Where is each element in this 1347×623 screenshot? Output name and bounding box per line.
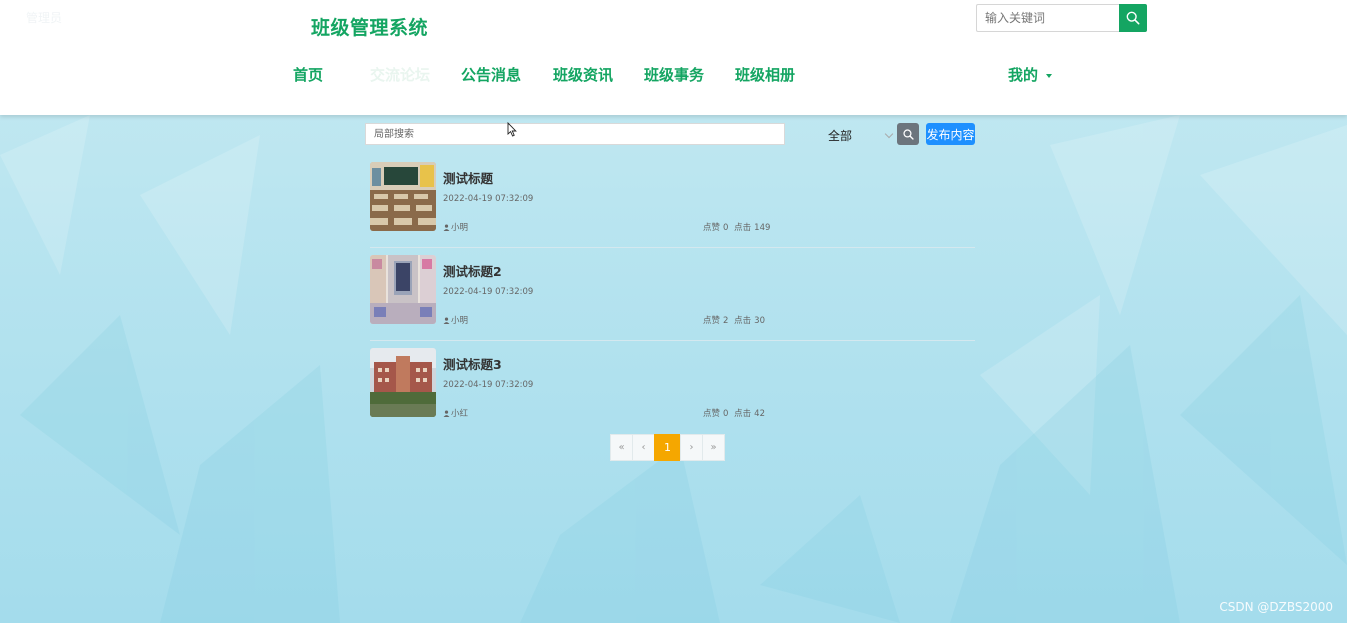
post-title[interactable]: 测试标题 — [443, 168, 493, 187]
list-item[interactable]: 测试标题3 2022-04-19 07:32:09 小红 点赞 0 点击 42 — [370, 341, 975, 434]
post-title[interactable]: 测试标题3 — [443, 354, 502, 373]
page-next-button[interactable]: › — [680, 434, 703, 461]
post-author: 小明 — [443, 314, 468, 326]
likes-label: 点赞 — [703, 223, 721, 233]
nav-item-class-affairs[interactable]: 班级事务 — [644, 64, 704, 85]
list-item[interactable]: 测试标题 2022-04-19 07:32:09 小明 点赞 0 点击 149 — [370, 155, 975, 248]
likes-count: 0 — [723, 409, 729, 419]
nav-item-class-news[interactable]: 班级资讯 — [553, 64, 613, 85]
page-current-button[interactable]: 1 — [654, 434, 681, 461]
post-thumbnail[interactable] — [370, 348, 436, 417]
post-author-name: 小明 — [451, 223, 469, 233]
nav-item-class-album[interactable]: 班级相册 — [735, 64, 795, 85]
header-user-label: 管理员 — [26, 11, 63, 25]
nav-item-home[interactable]: 首页 — [293, 64, 323, 85]
mouse-cursor-icon — [507, 122, 517, 137]
clicks-count: 42 — [754, 409, 765, 419]
post-stats: 点赞 2 点击 30 — [703, 314, 768, 326]
likes-label: 点赞 — [703, 409, 721, 419]
clicks-label: 点击 — [734, 316, 752, 326]
pagination: « ‹ 1 › » — [610, 434, 725, 461]
user-icon — [443, 223, 450, 231]
likes-count: 0 — [723, 223, 729, 233]
header-search-button[interactable] — [1119, 4, 1147, 32]
clicks-count: 30 — [754, 316, 765, 326]
watermark-text: CSDN @DZBS2000 — [1219, 600, 1333, 614]
post-date: 2022-04-19 07:32:09 — [443, 287, 534, 297]
caret-down-icon — [1046, 73, 1053, 78]
page-last-button[interactable]: » — [702, 434, 725, 461]
page-first-button[interactable]: « — [610, 434, 633, 461]
post-thumbnail[interactable] — [370, 162, 436, 231]
list-item[interactable]: 测试标题2 2022-04-19 07:32:09 小明 点赞 2 点击 30 — [370, 248, 975, 341]
chevron-down-icon — [884, 129, 894, 138]
nav-item-notices[interactable]: 公告消息 — [461, 64, 521, 85]
local-search-input[interactable] — [365, 123, 785, 145]
clicks-count: 149 — [754, 223, 771, 233]
page-prev-button[interactable]: ‹ — [632, 434, 655, 461]
post-title[interactable]: 测试标题2 — [443, 261, 502, 280]
nav-mine-label: 我的 — [1008, 66, 1039, 84]
user-icon — [443, 316, 450, 324]
filter-search-button[interactable] — [897, 123, 919, 145]
header-search — [976, 4, 1147, 32]
post-thumbnail[interactable] — [370, 255, 436, 324]
post-stats: 点赞 0 点击 149 — [703, 221, 773, 233]
clicks-label: 点击 — [734, 409, 752, 419]
post-author: 小红 — [443, 407, 468, 419]
search-icon — [1126, 11, 1140, 25]
site-header: 管理员 班级管理系统 首页 交流论坛 公告消息 班级资讯 班级事务 班级相册 我… — [0, 0, 1347, 115]
category-select-value: 全部 — [828, 128, 853, 143]
header-search-input[interactable] — [976, 4, 1119, 32]
main-nav: 首页 交流论坛 公告消息 班级资讯 班级事务 班级相册 — [0, 64, 1347, 88]
likes-count: 2 — [723, 316, 729, 326]
post-author-name: 小明 — [451, 316, 469, 326]
post-date: 2022-04-19 07:32:09 — [443, 194, 534, 204]
site-title[interactable]: 班级管理系统 — [311, 13, 428, 40]
nav-item-forum[interactable]: 交流论坛 — [370, 64, 430, 85]
likes-label: 点赞 — [703, 316, 721, 326]
search-icon — [902, 128, 914, 140]
nav-item-mine[interactable]: 我的 — [1008, 64, 1053, 85]
post-author: 小明 — [443, 221, 468, 233]
post-list: 测试标题 2022-04-19 07:32:09 小明 点赞0 点击149 — [370, 155, 975, 434]
post-date: 2022-04-19 07:32:09 — [443, 380, 534, 390]
clicks-label: 点击 — [734, 223, 752, 233]
post-author-name: 小红 — [451, 409, 469, 419]
post-stats: 点赞 0 点击 42 — [703, 407, 768, 419]
category-select[interactable]: 全部 — [820, 124, 894, 146]
publish-button[interactable]: 发布内容 — [926, 123, 975, 145]
user-icon — [443, 409, 450, 417]
